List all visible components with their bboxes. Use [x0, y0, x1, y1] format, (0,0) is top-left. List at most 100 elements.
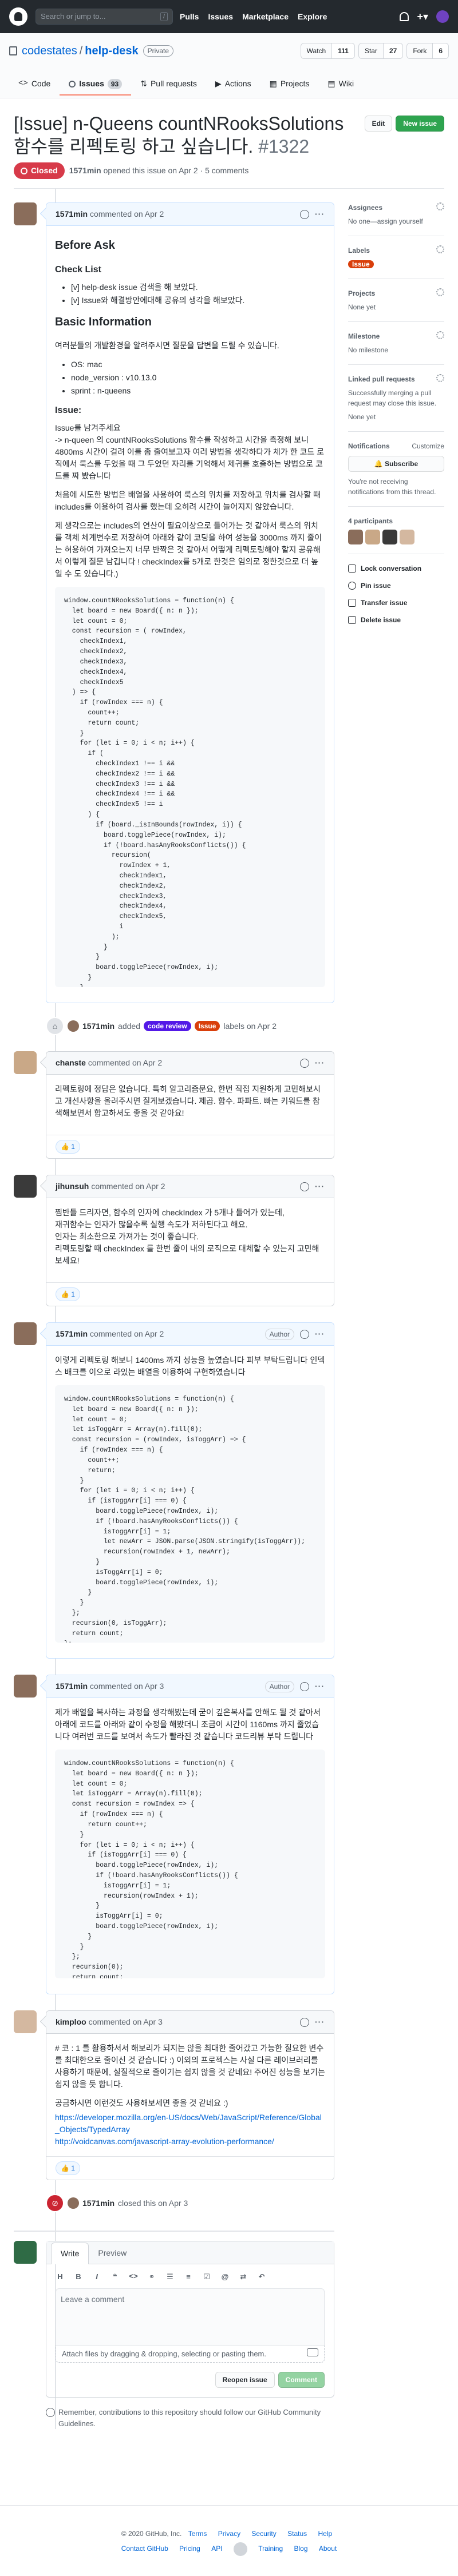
- comment-author[interactable]: chanste: [56, 1057, 86, 1069]
- avatar[interactable]: [348, 530, 363, 544]
- subscribe-button[interactable]: 🔔 Subscribe: [348, 456, 444, 472]
- numbered-list-icon[interactable]: ≡: [184, 2271, 193, 2283]
- avatar[interactable]: [68, 1020, 79, 1032]
- sidebar-linked-prs[interactable]: Linked pull requests Successfully mergin…: [348, 374, 444, 432]
- comment-time[interactable]: commented on Apr 3: [90, 1680, 164, 1692]
- comment-time[interactable]: commented on Apr 2: [90, 1328, 164, 1340]
- create-new-dropdown-icon[interactable]: +▾: [417, 9, 428, 25]
- nav-pulls[interactable]: Pulls: [180, 11, 199, 23]
- italic-icon[interactable]: I: [92, 2271, 101, 2283]
- fork-count[interactable]: 6: [432, 43, 448, 58]
- code-icon[interactable]: <>: [129, 2271, 138, 2283]
- footer-link[interactable]: Security: [251, 2530, 276, 2538]
- footer-link[interactable]: Blog: [294, 2545, 307, 2553]
- bullet-list-icon[interactable]: ☰: [165, 2271, 175, 2283]
- kebab-menu-icon[interactable]: ···: [315, 1680, 325, 1692]
- event-actor[interactable]: 1571min: [82, 2197, 114, 2209]
- user-avatar[interactable]: [436, 10, 449, 23]
- footer-link[interactable]: Contact GitHub: [121, 2545, 168, 2553]
- avatar[interactable]: [14, 1175, 37, 1198]
- lock-conversation-action[interactable]: Lock conversation: [348, 563, 444, 574]
- thumbs-up-reaction[interactable]: 👍 1: [56, 2161, 80, 2175]
- cross-reference-icon[interactable]: ⇄: [239, 2271, 248, 2283]
- comment-time[interactable]: commented on Apr 2: [90, 208, 164, 220]
- label-code-review[interactable]: code review: [143, 1021, 191, 1031]
- repo-owner-link[interactable]: codestates: [22, 42, 77, 59]
- tab-issues[interactable]: Issues 93: [60, 73, 132, 96]
- gear-icon[interactable]: [436, 202, 444, 210]
- star-count[interactable]: 27: [382, 43, 403, 58]
- footer-link[interactable]: Help: [318, 2530, 333, 2538]
- avatar[interactable]: [68, 2197, 79, 2209]
- nav-marketplace[interactable]: Marketplace: [242, 11, 289, 23]
- kebab-menu-icon[interactable]: ···: [315, 2016, 325, 2028]
- label-issue[interactable]: Issue: [348, 260, 374, 268]
- customize-link[interactable]: Customize: [412, 441, 444, 451]
- avatar[interactable]: [400, 530, 414, 544]
- footer-link[interactable]: Pricing: [179, 2545, 200, 2553]
- avatar[interactable]: [14, 1051, 37, 1074]
- pin-issue-action[interactable]: Pin issue: [348, 581, 444, 591]
- sidebar-projects[interactable]: Projects None yet: [348, 288, 444, 322]
- add-reaction-icon[interactable]: [300, 1681, 309, 1691]
- comment-author[interactable]: 1571min: [56, 208, 88, 220]
- comment-author[interactable]: 1571min: [56, 1680, 88, 1692]
- new-issue-button[interactable]: New issue: [396, 116, 444, 132]
- comment-author[interactable]: kimploo: [56, 2016, 86, 2028]
- quote-icon[interactable]: ❝: [110, 2271, 120, 2283]
- kebab-menu-icon[interactable]: ···: [315, 1180, 325, 1192]
- add-reaction-icon[interactable]: [300, 1182, 309, 1191]
- nav-explore[interactable]: Explore: [298, 11, 327, 23]
- heading-icon[interactable]: H: [56, 2271, 65, 2283]
- sidebar-assignees[interactable]: Assignees No one—assign yourself: [348, 202, 444, 236]
- gear-icon[interactable]: [436, 288, 444, 296]
- tab-write[interactable]: Write: [51, 2243, 89, 2264]
- comment-button[interactable]: Comment: [278, 2372, 325, 2388]
- thumbs-up-reaction[interactable]: 👍 1: [56, 1140, 80, 1154]
- footer-link[interactable]: API: [211, 2545, 222, 2553]
- tab-projects[interactable]: ▦ Projects: [260, 73, 319, 96]
- repo-name-link[interactable]: help-desk: [85, 42, 138, 59]
- tab-preview[interactable]: Preview: [89, 2243, 136, 2264]
- avatar[interactable]: [14, 2010, 37, 2033]
- issue-author-link[interactable]: 1571min: [69, 166, 101, 175]
- add-reaction-icon[interactable]: [300, 2017, 309, 2027]
- nav-issues[interactable]: Issues: [208, 11, 233, 23]
- fork-button[interactable]: Fork 6: [406, 43, 449, 59]
- avatar[interactable]: [365, 530, 380, 544]
- sidebar-milestone[interactable]: Milestone No milestone: [348, 331, 444, 365]
- link-voidcanvas[interactable]: http://voidcanvas.com/javascript-array-e…: [55, 2137, 274, 2146]
- thumbs-up-reaction[interactable]: 👍 1: [56, 1287, 80, 1301]
- watch-button[interactable]: Watch 111: [300, 43, 355, 59]
- avatar[interactable]: [14, 202, 37, 225]
- task-list-icon[interactable]: ☑: [202, 2271, 211, 2283]
- reopen-issue-button[interactable]: Reopen issue: [215, 2372, 275, 2388]
- footer-link[interactable]: Privacy: [218, 2530, 240, 2538]
- gear-icon[interactable]: [436, 374, 444, 382]
- notification-bell-icon[interactable]: [400, 12, 409, 21]
- markdown-icon[interactable]: [307, 2348, 318, 2356]
- contribution-text[interactable]: Remember, contributions to this reposito…: [58, 2407, 334, 2429]
- avatar[interactable]: [14, 2241, 37, 2264]
- add-reaction-icon[interactable]: [300, 209, 309, 219]
- gear-icon[interactable]: [436, 245, 444, 253]
- star-button[interactable]: Star 27: [358, 43, 404, 59]
- reply-icon[interactable]: ↶: [257, 2271, 266, 2283]
- attach-files-bar[interactable]: Attach files by dragging & dropping, sel…: [56, 2345, 325, 2363]
- footer-link[interactable]: About: [319, 2545, 337, 2553]
- event-actor[interactable]: 1571min: [82, 1020, 114, 1032]
- gear-icon[interactable]: [436, 331, 444, 339]
- avatar[interactable]: [14, 1675, 37, 1698]
- comment-author[interactable]: 1571min: [56, 1328, 88, 1340]
- link-typed-array[interactable]: https://developer.mozilla.org/en-US/docs…: [55, 2113, 322, 2134]
- avatar[interactable]: [382, 530, 397, 544]
- link-icon[interactable]: ⚭: [147, 2271, 156, 2283]
- github-footer-logo-icon[interactable]: [233, 2542, 247, 2556]
- github-logo-icon[interactable]: [9, 7, 27, 26]
- avatar[interactable]: [14, 1322, 37, 1345]
- add-reaction-icon[interactable]: [300, 1058, 309, 1068]
- comment-textarea[interactable]: Leave a comment: [56, 2288, 325, 2346]
- kebab-menu-icon[interactable]: ···: [315, 1328, 325, 1340]
- tab-pull-requests[interactable]: ⇅ Pull requests: [131, 73, 206, 96]
- label-issue[interactable]: Issue: [194, 1021, 220, 1031]
